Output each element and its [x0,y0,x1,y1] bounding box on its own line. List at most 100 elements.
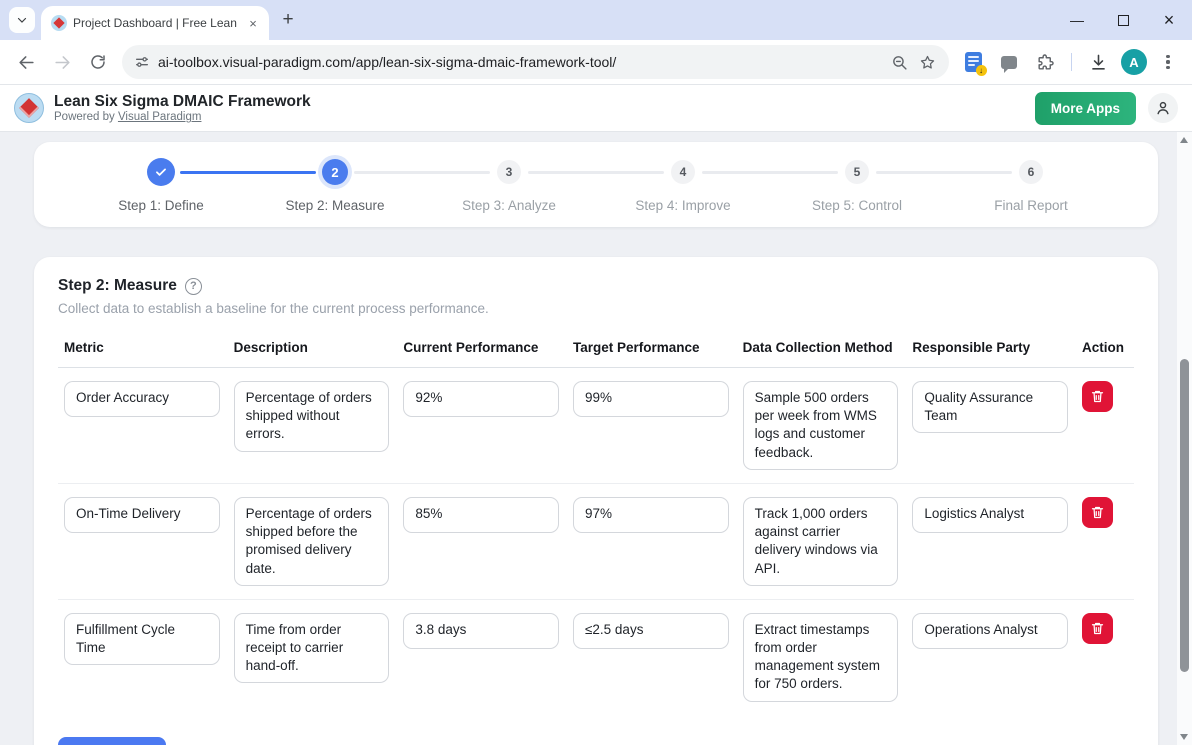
description-input-row2[interactable]: Percentage of orders shipped before the … [234,497,390,586]
extensions-area: ↓ A [955,46,1184,78]
address-bar[interactable]: ai-toolbox.visual-paradigm.com/app/lean-… [122,45,949,79]
table-row: Fulfillment Cycle Time Time from order r… [58,600,1134,715]
data-collection-input-row2[interactable]: Track 1,000 orders against carrier deliv… [743,497,899,586]
powered-by-text: Powered by [54,111,115,123]
current-performance-input-row1[interactable]: 92% [403,381,559,417]
trash-icon [1090,621,1105,636]
browser-titlebar: Project Dashboard | Free Lean S × + — × [0,0,1192,40]
description-input-row1[interactable]: Percentage of orders shipped without err… [234,381,390,452]
step-5-control[interactable]: 5 Step 5: Control [770,158,944,213]
step-label: Step 4: Improve [635,198,730,213]
download-icon [1089,53,1108,72]
document-download-icon: ↓ [965,52,982,72]
trash-icon [1090,505,1105,520]
description-input-row3[interactable]: Time from order receipt to carrier hand-… [234,613,390,684]
browser-toolbar: ai-toolbox.visual-paradigm.com/app/lean-… [0,40,1192,85]
delete-row-button-row1[interactable] [1082,381,1113,412]
dmaic-stepper: Step 1: Define 2 Step 2: Measure 3 Step … [74,158,1118,213]
section-subtitle: Collect data to establish a baseline for… [58,301,1134,316]
current-performance-input-row3[interactable]: 3.8 days [403,613,559,649]
metric-input-row2[interactable]: On-Time Delivery [64,497,220,533]
reading-list-extension-button[interactable]: ↓ [957,46,989,78]
profile-avatar: A [1121,49,1147,75]
forward-button[interactable] [46,46,78,78]
minimize-button[interactable]: — [1054,0,1100,40]
current-performance-input-row2[interactable]: 85% [403,497,559,533]
browser-tab[interactable]: Project Dashboard | Free Lean S × [41,6,269,40]
responsible-party-input-row2[interactable]: Logistics Analyst [912,497,1068,533]
stepper-card: Step 1: Define 2 Step 2: Measure 3 Step … [34,142,1158,227]
data-collection-input-row1[interactable]: Sample 500 orders per week from WMS logs… [743,381,899,470]
profile-button[interactable]: A [1118,46,1150,78]
comment-extension-button[interactable] [993,46,1025,78]
visual-paradigm-link[interactable]: Visual Paradigm [118,111,202,123]
page-scrollbar[interactable] [1177,132,1192,745]
step-label: Step 5: Control [812,198,902,213]
step-3-analyze[interactable]: 3 Step 3: Analyze [422,158,596,213]
back-arrow-icon [17,53,36,72]
step-4-improve[interactable]: 4 Step 4: Improve [596,158,770,213]
close-window-button[interactable]: × [1146,0,1192,40]
download-badge-icon: ↓ [976,65,987,76]
step-2-measure[interactable]: 2 Step 2: Measure [248,158,422,213]
step-6-final-report[interactable]: 6 Final Report [944,158,1118,213]
url-text[interactable]: ai-toolbox.visual-paradigm.com/app/lean-… [158,54,885,70]
delete-row-button-row2[interactable] [1082,497,1113,528]
table-row: Order Accuracy Percentage of orders ship… [58,368,1134,484]
maximize-icon [1118,15,1129,26]
step-4-number: 4 [671,160,695,184]
step-6-number: 6 [1019,160,1043,184]
tab-title: Project Dashboard | Free Lean S [73,16,239,30]
star-icon [919,54,936,71]
step-label: Final Report [994,198,1068,213]
bookmark-button[interactable] [913,48,941,76]
step-2-number: 2 [322,159,348,185]
target-performance-input-row1[interactable]: 99% [573,381,729,417]
person-icon [1154,99,1172,117]
step-1-check-icon [147,158,175,186]
metric-input-row1[interactable]: Order Accuracy [64,381,220,417]
scroll-up-arrow-icon[interactable] [1180,137,1188,143]
responsible-party-input-row3[interactable]: Operations Analyst [912,613,1068,649]
step-label: Step 3: Analyze [462,198,556,213]
target-performance-input-row3[interactable]: ≤2.5 days [573,613,729,649]
new-tab-button[interactable]: + [275,7,301,33]
responsible-party-input-row1[interactable]: Quality Assurance Team [912,381,1068,433]
add-row-button[interactable]: + Add Row [58,737,166,745]
scrollbar-thumb[interactable] [1180,359,1189,672]
user-account-button[interactable] [1148,93,1178,123]
window-controls: — × [1054,0,1192,40]
puzzle-icon [1036,53,1055,72]
visual-paradigm-favicon [51,15,67,31]
step-3-number: 3 [497,160,521,184]
step-label: Step 2: Measure [285,198,384,213]
app-header: Lean Six Sigma DMAIC Framework Powered b… [0,85,1192,132]
zoom-button[interactable] [885,48,913,76]
measure-table: Metric Description Current Performance T… [58,340,1134,715]
metric-input-row3[interactable]: Fulfillment Cycle Time [64,613,220,665]
measure-card: Step 2: Measure ? Collect data to establ… [34,257,1158,745]
delete-row-button-row3[interactable] [1082,613,1113,644]
target-performance-input-row2[interactable]: 97% [573,497,729,533]
extensions-button[interactable] [1029,46,1061,78]
back-button[interactable] [10,46,42,78]
visual-paradigm-logo [14,93,44,123]
table-row: On-Time Delivery Percentage of orders sh… [58,484,1134,600]
step-label: Step 1: Define [118,198,204,213]
reload-button[interactable] [82,46,114,78]
browser-menu-button[interactable] [1152,55,1184,70]
downloads-button[interactable] [1082,46,1114,78]
tab-search-button[interactable] [9,7,35,33]
help-icon[interactable]: ? [185,278,202,295]
data-collection-input-row3[interactable]: Extract timestamps from order management… [743,613,899,702]
col-responsible-party: Responsible Party [912,340,1068,355]
scroll-down-arrow-icon[interactable] [1180,734,1188,740]
site-settings-icon[interactable] [134,54,150,70]
more-apps-button[interactable]: More Apps [1035,92,1136,125]
col-description: Description [234,340,390,355]
maximize-button[interactable] [1100,0,1146,40]
chat-bubble-icon [1001,56,1017,69]
tab-close-icon[interactable]: × [245,15,261,31]
step-1-define[interactable]: Step 1: Define [74,158,248,213]
col-current-performance: Current Performance [403,340,559,355]
